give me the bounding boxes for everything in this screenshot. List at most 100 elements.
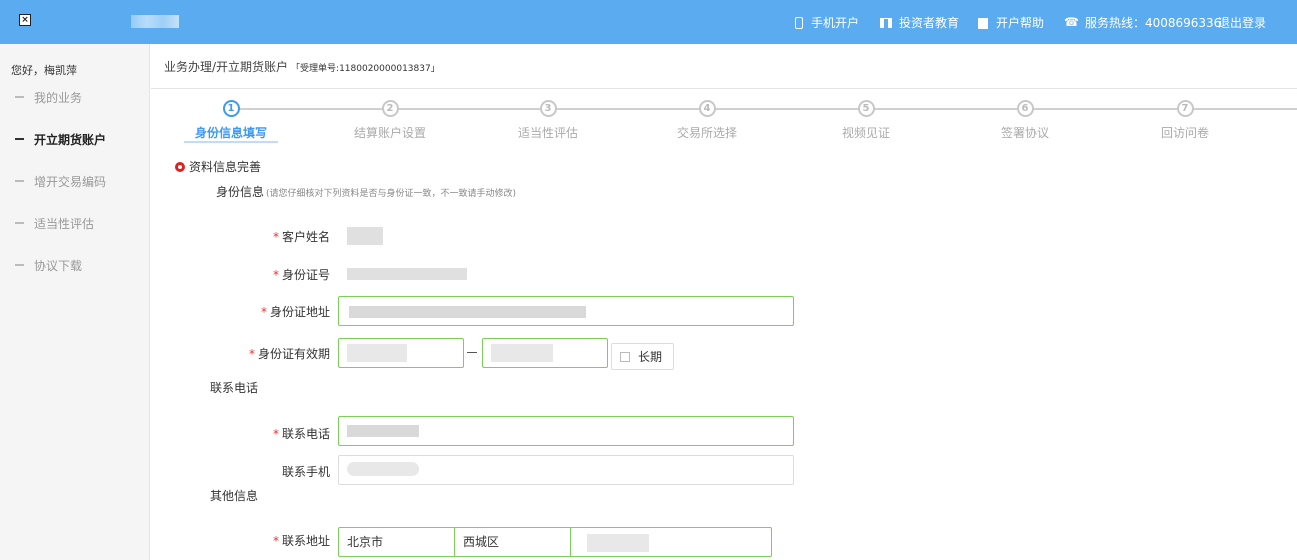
required-mark: * (272, 230, 279, 244)
step-number: 2 (381, 100, 399, 117)
top-bar: × 手机开户 投资者教育 开户帮助 ☎ 服务热线：4008696336 退出登录 (0, 0, 1297, 44)
id-validity-text: 身份证有效期 (257, 347, 330, 361)
customer-name-value (347, 227, 383, 245)
sidebar-item-label: 增开交易编码 (34, 174, 107, 189)
step-active-underline (184, 141, 278, 143)
required-mark: * (272, 427, 279, 441)
step-number: 3 (539, 100, 557, 117)
step-number: 7 (1176, 100, 1194, 117)
checkbox-icon (620, 351, 630, 362)
step-identity-info: 1 身份信息填写 (171, 100, 291, 143)
step-sign-agreement: 6 签署协议 (965, 100, 1085, 141)
province-value: 北京市 (347, 535, 384, 549)
id-address-text: 身份证地址 (269, 305, 330, 319)
sidebar-item-my-business[interactable]: 我的业务 (0, 87, 150, 107)
other-info-heading: 其他信息 (210, 489, 259, 503)
customer-name-label: * 客户姓名 (210, 228, 330, 245)
step-label: 交易所选择 (676, 126, 737, 140)
contact-group-heading: 联系电话 (210, 381, 259, 395)
step-label: 适当性评估 (517, 126, 578, 140)
sidebar-item-suitability[interactable]: 适当性评估 (0, 213, 150, 233)
step-number: 5 (857, 100, 875, 117)
long-term-label: 长期 (638, 350, 663, 364)
step-number: 6 (1016, 100, 1034, 117)
account-help-link[interactable]: 开户帮助 (978, 0, 1044, 44)
breadcrumb: 业务办理/开立期货账户 「受理单号:1180020000013837」 (164, 58, 440, 75)
investor-education-label: 投资者教育 (899, 15, 960, 30)
phone-text: 联系电话 (281, 427, 330, 441)
street-address-input[interactable] (570, 527, 772, 557)
long-term-checkbox[interactable]: 长期 (611, 343, 674, 370)
id-address-input[interactable] (338, 296, 794, 326)
mobile-value (347, 462, 419, 476)
brand-logo (131, 15, 179, 28)
mobile-text: 联系手机 (281, 465, 330, 479)
investor-education-link[interactable]: 投资者教育 (880, 0, 959, 44)
address-label: * 联系地址 (210, 532, 330, 549)
id-validity-start-input[interactable] (338, 338, 464, 368)
sidebar-item-label: 开立期货账户 (34, 132, 107, 147)
mobile-input[interactable] (338, 455, 794, 485)
step-number: 1 (222, 100, 240, 117)
identity-hint: (请您仔细核对下列资料是否与身份证一致，不一致请手动修改) (266, 189, 517, 199)
mobile-label: 联系手机 (210, 463, 330, 480)
user-greeting: 您好，梅凯萍 (11, 64, 77, 77)
address-text: 联系地址 (281, 534, 330, 548)
account-help-label: 开户帮助 (996, 15, 1045, 30)
telephone-icon: ☎ (1064, 15, 1079, 29)
phone-input[interactable] (338, 416, 794, 446)
sidebar-item-add-trading-code[interactable]: 增开交易编码 (0, 171, 150, 191)
breadcrumb-path: 业务办理/开立期货账户 (164, 60, 289, 74)
step-suitability: 3 适当性评估 (488, 100, 608, 141)
id-number-value (347, 268, 467, 280)
step-return-questionnaire: 7 回访问卷 (1125, 100, 1245, 141)
mobile-account-link[interactable]: 手机开户 (795, 0, 859, 44)
app-logo-icon[interactable]: × (19, 14, 31, 26)
dash-icon (15, 264, 24, 266)
sidebar-item-agreement-download[interactable]: 协议下载 (0, 255, 150, 275)
mobile-account-label: 手机开户 (811, 15, 860, 30)
phone-value (347, 425, 419, 437)
id-validity-label: * 身份证有效期 (210, 345, 330, 362)
id-address-label: * 身份证地址 (210, 303, 330, 320)
logout-label: 退出登录 (1218, 15, 1267, 30)
id-validity-start-value (347, 344, 407, 362)
service-hotline-label: 服务热线：4008696336 (1084, 15, 1222, 30)
street-address-value (587, 534, 649, 552)
step-label: 身份信息填写 (194, 126, 267, 140)
required-mark: * (248, 347, 255, 361)
section-title: 资料信息完善 (175, 158, 261, 175)
mobile-phone-icon (795, 17, 803, 29)
dash-icon (15, 96, 24, 98)
sidebar-item-open-futures-account[interactable]: 开立期货账户 (0, 129, 150, 149)
id-number-label: * 身份证号 (210, 266, 330, 283)
books-icon (880, 18, 892, 28)
required-mark: * (260, 305, 267, 319)
step-exchange-selection: 4 交易所选择 (647, 100, 767, 141)
id-address-value (349, 306, 586, 318)
document-icon (978, 17, 988, 29)
step-number: 4 (698, 100, 716, 117)
date-range-separator (467, 352, 477, 353)
section-title-label: 资料信息完善 (189, 160, 262, 174)
required-mark: * (272, 268, 279, 282)
identity-heading: 身份信息 (请您仔细核对下列资料是否与身份证一致，不一致请手动修改) (216, 183, 516, 200)
sidebar-item-label: 适当性评估 (34, 216, 95, 231)
district-select[interactable]: 西城区 (454, 527, 572, 557)
required-mark: * (272, 534, 279, 548)
sidebar-item-label: 协议下载 (34, 258, 83, 273)
id-validity-end-input[interactable] (482, 338, 608, 368)
dash-icon (15, 180, 24, 182)
step-settlement-account: 2 结算账户设置 (330, 100, 450, 141)
service-hotline: ☎ 服务热线：4008696336 (1064, 0, 1221, 44)
acceptance-number: 「受理单号:1180020000013837」 (291, 64, 440, 74)
sidebar-item-label: 我的业务 (34, 90, 83, 105)
logout-link[interactable]: 退出登录 (1218, 0, 1266, 44)
step-label: 视频见证 (841, 126, 890, 140)
step-label: 回访问卷 (1160, 126, 1209, 140)
phone-label: * 联系电话 (210, 425, 330, 442)
dash-icon (15, 138, 24, 140)
province-select[interactable]: 北京市 (338, 527, 456, 557)
dash-icon (15, 222, 24, 224)
customer-name-text: 客户姓名 (281, 230, 330, 244)
